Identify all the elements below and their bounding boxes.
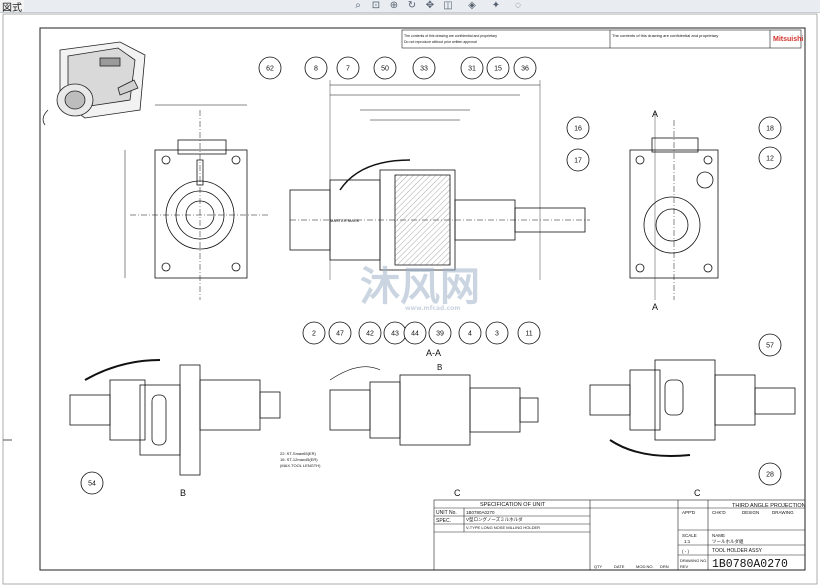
company-logo: Mitsuishi: [773, 36, 803, 43]
balloon-label: 47: [336, 331, 344, 338]
balloon-label: 54: [88, 481, 96, 488]
balloon-label: 44: [411, 331, 419, 338]
balloon-label: 17: [574, 158, 582, 165]
balloon-label: 12: [766, 156, 774, 163]
design-label: DESIGN: [742, 510, 759, 515]
tool-note-2: 16: ST-12max45(ER): [280, 457, 318, 462]
master-mark-label: MASTER MARK: [330, 218, 360, 223]
balloon-label: 11: [525, 331, 532, 338]
header-note: The contents of this drawing are confide…: [404, 34, 497, 38]
balloon-label: 4: [468, 331, 472, 338]
balloon-label: 7: [346, 66, 350, 73]
section-aa-label: A-A: [426, 348, 441, 358]
watermark-url: www.mfcad.com: [405, 305, 461, 312]
footer-label: REV: [680, 564, 689, 569]
footer-label: QTY: [594, 564, 603, 569]
view-b-label: B: [180, 488, 186, 498]
view-c-label: C: [694, 488, 701, 498]
section-mark-top: A: [652, 109, 658, 119]
balloon-label: 18: [766, 126, 774, 133]
max-tool-note: (MAX.TOOL LENGTH): [280, 463, 321, 468]
spec-label: SPEC.: [436, 518, 451, 524]
spec-header: SPECIFICATION OF UNIT: [480, 502, 546, 508]
view-aa-b-ref: B: [437, 363, 442, 372]
spec-value-en: V-TYPE LONG NOSE MILLING HOLDER: [466, 525, 540, 530]
scale-label: SCALE: [682, 533, 697, 538]
balloon-label: 57: [766, 343, 774, 350]
balloon-label: 50: [381, 66, 389, 73]
projection-label: THIRD ANGLE PROJECTION: [732, 503, 806, 509]
drawing-sheet: The contents of this drawing are confide…: [2, 13, 818, 585]
drawing-label: DRAWING: [772, 510, 794, 515]
balloon-label: 28: [766, 472, 774, 479]
watermark: 沐风网: [360, 264, 480, 310]
balloon-label: 15: [494, 66, 502, 73]
appd-label: APP'D: [682, 510, 696, 515]
unit-no-label: UNIT No.: [436, 510, 457, 516]
balloon-label: 16: [574, 126, 582, 133]
balloon-label: 31: [468, 66, 476, 73]
section-mark-bottom: A: [652, 302, 658, 312]
chk-label: CHK'D: [712, 510, 726, 515]
footer-label: MOD.NO.: [636, 564, 654, 569]
balloon-label: 36: [521, 66, 529, 73]
view-c-ref-label: C: [454, 488, 461, 498]
drawing-number: 1B0780A0270: [712, 558, 788, 571]
scale-paren: ( - ): [682, 549, 689, 554]
balloon-label: 39: [436, 331, 444, 338]
name-label: NAME: [712, 533, 725, 538]
balloon-label: 8: [314, 66, 318, 73]
drawing-no-label: DRAWING NO.: [680, 558, 707, 563]
footer-label: DRN: [660, 564, 669, 569]
header-note-2: Do not reproduce without prior written a…: [404, 40, 477, 44]
tool-notes: 22: ST-Smax65(ER) 16: ST-12max45(ER) (MA…: [280, 451, 321, 468]
scale-value: 1:1: [684, 539, 691, 544]
unit-no-value: 1B0780A0270: [466, 510, 495, 515]
balloon-label: 3: [495, 331, 499, 338]
balloon-label: 42: [366, 331, 374, 338]
header-note-en: The contents of this drawing are confide…: [612, 33, 718, 38]
name-jp: ツールホルダ組: [712, 538, 744, 545]
spec-value-jp: V型ロングノーズミルホルダ: [466, 516, 523, 523]
tool-note: 22: ST-Smax65(ER): [280, 451, 316, 456]
balloon-label: 62: [266, 66, 274, 73]
balloon-label: 2: [312, 331, 316, 338]
balloon-label: 43: [391, 331, 399, 338]
name-en: TOOL HOLDER ASSY: [712, 548, 763, 554]
balloon-label: 33: [420, 66, 428, 73]
footer-label: DATE: [614, 564, 625, 569]
